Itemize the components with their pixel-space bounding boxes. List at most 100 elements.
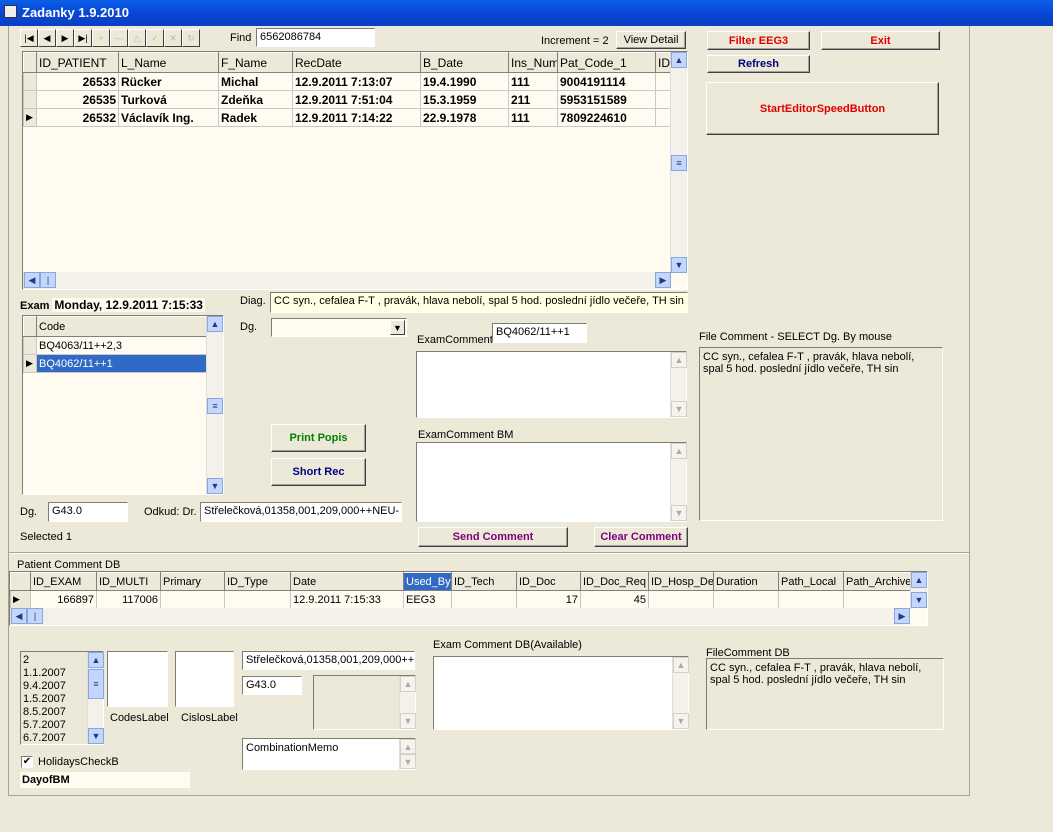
insert-icon[interactable]: + (92, 29, 110, 47)
table-row[interactable]: 26535 Turková Zdeňka 12.9.2011 7:51:04 15.3.… (23, 90, 672, 109)
table-cell[interactable] (451, 590, 517, 609)
column-header[interactable]: ID_Doc (516, 572, 581, 591)
scroll-thumb[interactable]: | (40, 272, 56, 288)
table-cell[interactable]: 12.9.2011 7:14:22 (292, 108, 421, 127)
table-cell[interactable]: Zdeňka (218, 90, 293, 109)
table-cell[interactable]: 22.9.1978 (420, 108, 509, 127)
dates-list[interactable]: 2 1.1.2007 9.4.2007 1.5.2007 8.5.2007 5.7.200… (20, 651, 104, 745)
comment-grid-vscroll[interactable]: ▲ ▼ (910, 572, 927, 608)
scroll-left-icon[interactable]: ◀ (24, 272, 40, 288)
table-cell[interactable]: 45 (580, 590, 649, 609)
odkud-input[interactable]: Střelečková,01358,001,209,000++NEU- (200, 502, 402, 522)
table-cell[interactable]: 111 (508, 108, 558, 127)
holidays-checkbox[interactable]: ✔ HolidaysCheckB (21, 756, 119, 768)
scroll-left-icon[interactable]: ◀ (11, 608, 27, 624)
column-header[interactable]: ID_PATIENT (36, 52, 119, 73)
scroll-right-icon[interactable]: ▶ (655, 272, 671, 288)
find-input[interactable]: 6562086784 (256, 28, 375, 47)
clear-comment-button[interactable]: Clear Comment (594, 527, 688, 547)
column-header[interactable]: ID_MULTI (96, 572, 161, 591)
chevron-down-icon[interactable]: ▼ (390, 320, 405, 335)
table-cell[interactable]: Rücker (118, 72, 219, 91)
code-grid-vscroll[interactable]: ▲ ≡ ▼ (206, 316, 223, 494)
column-header[interactable]: L_Name (118, 52, 219, 73)
table-cell[interactable] (778, 590, 844, 609)
column-header[interactable]: Pat_Code_1 (557, 52, 656, 73)
column-header[interactable]: Code (36, 316, 208, 337)
table-cell[interactable] (224, 590, 291, 609)
column-header[interactable]: B_Date (420, 52, 509, 73)
exam-comment-db-memo[interactable]: ▲ ▼ (433, 656, 689, 730)
table-cell[interactable]: Radek (218, 108, 293, 127)
table-cell[interactable]: 7809224610 (557, 108, 656, 127)
refresh-button[interactable]: Refresh (707, 55, 810, 73)
table-cell[interactable] (843, 590, 911, 609)
view-detail-button[interactable]: View Detail (616, 31, 686, 49)
column-header[interactable]: Primary (160, 572, 225, 591)
table-cell[interactable]: 12.9.2011 7:51:04 (292, 90, 421, 109)
exam-comment-memo[interactable]: ▲ ▼ (416, 351, 687, 418)
column-header[interactable]: Path_Local (778, 572, 844, 591)
table-cell[interactable]: 26533 (36, 72, 119, 91)
filter-eeg3-button[interactable]: Filter EEG3 (707, 31, 810, 50)
column-header[interactable]: ID_Tech (451, 572, 517, 591)
column-header[interactable]: F_Name (218, 52, 293, 73)
column-header[interactable]: ID_EXAM (30, 572, 97, 591)
table-row[interactable]: ▶ 166897 117006 12.9.2011 7:15:33 EEG3 17 45 (10, 590, 911, 609)
column-header[interactable]: Ins_Num (508, 52, 558, 73)
checkbox-check-icon[interactable]: ✔ (21, 756, 33, 768)
combination-memo[interactable]: CombinationMemo ▲ ▼ (242, 738, 416, 770)
scroll-down-icon[interactable]: ▼ (207, 478, 223, 494)
scroll-thumb[interactable]: ≡ (207, 398, 223, 414)
scroll-up-icon[interactable]: ▲ (88, 652, 104, 668)
memo-scrollbar[interactable]: ▲ ▼ (670, 352, 687, 417)
scroll-thumb[interactable]: ≡ (88, 669, 104, 699)
cancel-icon[interactable]: ✕ (164, 29, 182, 47)
last-icon[interactable]: ▶| (74, 29, 92, 47)
dg2-input[interactable]: G43.0 (48, 502, 128, 522)
scroll-up-icon[interactable]: ▲ (911, 572, 927, 588)
table-cell[interactable]: 19.4.1990 (420, 72, 509, 91)
table-cell[interactable] (648, 590, 714, 609)
table-row[interactable]: 26533 Rücker Michal 12.9.2011 7:13:07 19.4.1… (23, 72, 672, 91)
patient-grid[interactable]: ID_PATIENT L_Name F_Name RecDate B_Date Ins_N… (22, 51, 688, 290)
table-cell[interactable]: 26532 (36, 108, 119, 127)
table-cell[interactable]: 211 (508, 90, 558, 109)
table-cell[interactable]: BQ4063/11++2,3 (36, 336, 208, 355)
exit-button[interactable]: Exit (821, 31, 940, 50)
small-memo[interactable]: ▲ ▼ (313, 675, 416, 730)
diag-input[interactable]: CC syn., cefalea F-T , pravák, hlava neb… (270, 292, 688, 313)
column-header[interactable]: ID_Hosp_De (648, 572, 714, 591)
patient-grid-vscroll[interactable]: ▲ ≡ ▼ (670, 52, 687, 273)
comment-grid-hscroll[interactable]: ◀ | ▶ (10, 608, 910, 625)
column-header[interactable]: RecDate (292, 52, 421, 73)
table-cell[interactable]: BQ4062/11++1 (36, 354, 208, 373)
column-header[interactable]: Date (290, 572, 404, 591)
column-header[interactable]: Used_By (403, 572, 452, 591)
table-cell[interactable] (713, 590, 779, 609)
scroll-down-icon[interactable]: ▼ (671, 257, 687, 273)
column-header[interactable]: ID_Doc_Req (580, 572, 649, 591)
prior-icon[interactable]: ◀ (38, 29, 56, 47)
edit-icon[interactable]: △ (128, 29, 146, 47)
table-cell[interactable]: Václavík Ing. (118, 108, 219, 127)
scroll-down-icon[interactable]: ▼ (88, 728, 104, 744)
dg-db-input[interactable]: G43.0 (242, 676, 302, 695)
table-cell[interactable] (160, 590, 225, 609)
table-cell[interactable]: 17 (516, 590, 581, 609)
file-comment-memo[interactable]: CC syn., cefalea F-T , pravák, hlava neb… (699, 347, 943, 521)
start-editor-button[interactable]: StartEditorSpeedButton (706, 82, 939, 135)
print-popis-button[interactable]: Print Popis (271, 424, 366, 452)
delete-icon[interactable]: — (110, 29, 128, 47)
table-cell[interactable]: Michal (218, 72, 293, 91)
table-cell[interactable]: 15.3.1959 (420, 90, 509, 109)
exam-comment-bm-memo[interactable]: ▲ ▼ (416, 442, 687, 522)
table-row[interactable]: ▶ BQ4062/11++1 (23, 354, 208, 373)
table-cell[interactable]: 117006 (96, 590, 161, 609)
code-grid[interactable]: Code BQ4063/11++2,3 ▶ BQ4062/11++1 ▲ ≡ ▼ (22, 315, 224, 495)
patient-comment-grid[interactable]: ID_EXAM ID_MULTI Primary ID_Type Date Used_By… (9, 571, 928, 626)
memo-scrollbar[interactable]: ▲ ▼ (670, 443, 687, 521)
table-row[interactable]: BQ4063/11++2,3 (23, 336, 208, 355)
scroll-thumb[interactable]: ≡ (671, 155, 687, 171)
odkud-db-input[interactable]: Střelečková,01358,001,209,000++ (242, 651, 415, 670)
